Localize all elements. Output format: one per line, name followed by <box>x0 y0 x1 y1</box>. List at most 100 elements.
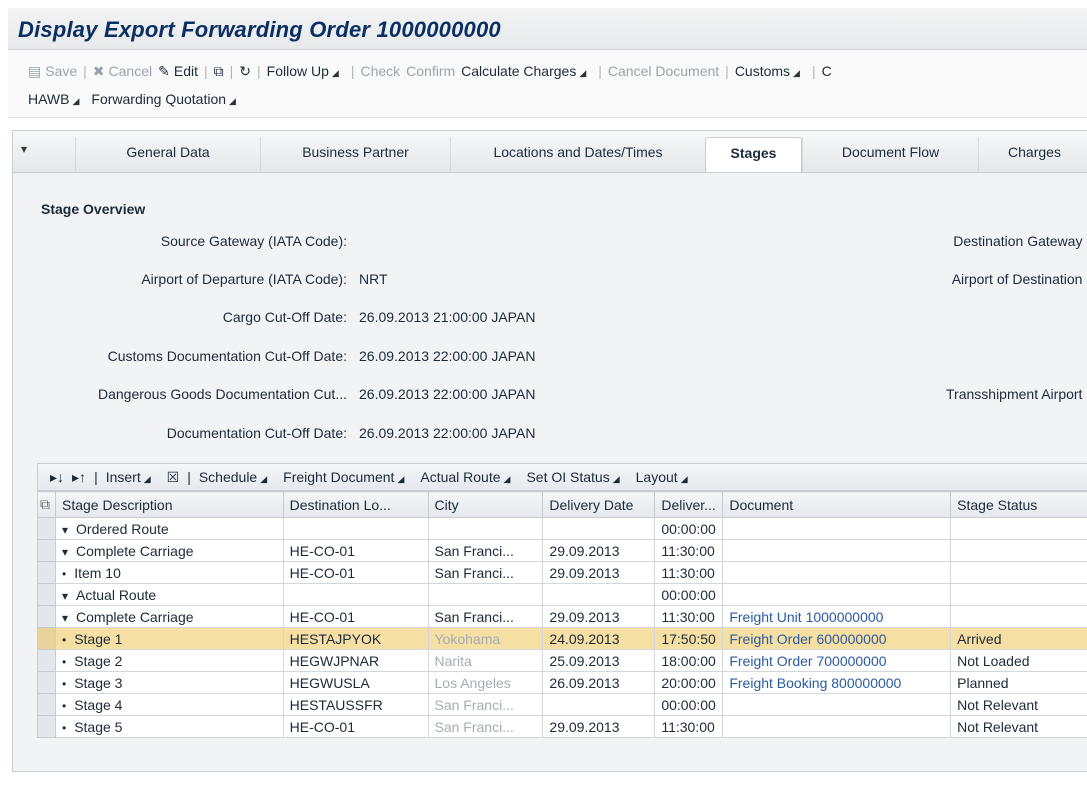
layout-button[interactable]: Layout ◢ <box>636 469 696 485</box>
leaf-bullet-icon: • <box>61 698 67 713</box>
cell-city: San Franci... <box>427 605 544 628</box>
cell-delivery-date <box>542 583 656 606</box>
tab-document-flow[interactable]: Document Flow <box>802 137 978 173</box>
button-label: Set OI Status <box>526 469 610 485</box>
cell-document[interactable]: Freight Order 700000000 <box>722 649 952 672</box>
table-row[interactable]: • Stage 4 HESTAUSSFR San Franci... 00:00:00 N… <box>37 693 1087 716</box>
cell-destination-location: HE-CO-01 <box>282 605 429 628</box>
cell-city <box>427 583 544 606</box>
row-selector[interactable] <box>37 715 56 738</box>
toolbar-separator: | <box>725 63 729 79</box>
column-header-document[interactable]: Document <box>722 491 952 518</box>
row-selector[interactable] <box>37 627 56 650</box>
select-all-icon[interactable]: ⧉ <box>37 491 56 518</box>
table-row[interactable]: • Stage 5 HE-CO-01 San Franci... 29.09.2013 1… <box>37 715 1087 738</box>
row-selector[interactable] <box>37 605 56 628</box>
button-label: Insert <box>105 469 141 485</box>
delete-icon: ☒ <box>166 469 180 485</box>
table-row[interactable]: • Item 10 HE-CO-01 San Franci... 29.09.2013 1… <box>37 561 1087 584</box>
cell-delivery-time: 00:00:00 <box>654 693 724 716</box>
confirm-button[interactable]: Confirm <box>406 58 455 84</box>
toolbar-separator: | <box>187 469 191 485</box>
cell-stage-status: Not Loaded <box>950 649 1087 672</box>
check-button[interactable]: Check <box>360 58 400 84</box>
c-button[interactable]: C <box>822 58 832 84</box>
table-row[interactable]: ▾ Ordered Route 00:00:00 <box>37 517 1087 540</box>
dropdown-icon: ◢ <box>397 474 405 484</box>
column-header-city[interactable]: City <box>427 491 544 518</box>
customs-button[interactable]: Customs ◢ <box>735 58 806 86</box>
copy-icon: ⧉ <box>213 63 224 79</box>
column-header-stage-status[interactable]: Stage Status <box>950 491 1087 518</box>
table-row[interactable]: • Stage 2 HEGWJPNAR Narita 25.09.2013 18:00:0… <box>37 649 1087 672</box>
tab-locations-and-dates-times[interactable]: Locations and Dates/Times <box>450 137 705 173</box>
collapse-toggle-icon[interactable]: ▾ <box>62 545 68 559</box>
cell-document[interactable]: Freight Unit 1000000000 <box>722 605 952 628</box>
copy-icon-button[interactable]: ⧉ <box>214 58 224 84</box>
button-label: Save <box>45 63 78 79</box>
row-selector[interactable] <box>37 517 56 540</box>
row-selector[interactable] <box>37 561 56 584</box>
tab-stages[interactable]: Stages <box>705 137 802 173</box>
stages-table: ⧉ Stage Description Destination Lo... City D… <box>37 491 1087 738</box>
table-row[interactable]: ▾ Actual Route 00:00:00 <box>37 583 1087 606</box>
tab-business-partner[interactable]: Business Partner <box>260 137 450 173</box>
collapse-all-icon-button[interactable]: ▸↑ <box>72 469 86 485</box>
button-label: Layout <box>635 469 678 485</box>
cell-delivery-date: 29.09.2013 <box>542 539 656 562</box>
row-selector[interactable] <box>37 649 56 672</box>
cancel-document-button[interactable]: Cancel Document <box>608 58 719 84</box>
schedule-button[interactable]: Schedule ◢ <box>199 469 275 485</box>
collapse-toggle-icon[interactable]: ▾ <box>62 611 68 625</box>
row-selector[interactable] <box>37 583 56 606</box>
edit-button[interactable]: ✎ Edit <box>158 58 198 84</box>
row-selector[interactable] <box>37 693 56 716</box>
cell-stage-status <box>950 517 1087 540</box>
stages-panel: Stage Overview Source Gateway (IATA Code… <box>12 172 1087 772</box>
tab-charges[interactable]: Charges <box>978 137 1087 173</box>
cell-destination-location: HESTAUSSFR <box>282 693 429 716</box>
hawb-button[interactable]: HAWB ◢ <box>28 86 85 114</box>
row-selector[interactable] <box>37 539 56 562</box>
leaf-bullet-icon: • <box>61 632 67 647</box>
cell-city: San Franci... <box>427 693 544 716</box>
dropdown-icon: ◢ <box>579 68 587 78</box>
cell-document <box>722 539 952 562</box>
column-header-destination-lo[interactable]: Destination Lo... <box>282 491 429 518</box>
set-oi-status-button[interactable]: Set OI Status ◢ <box>526 469 627 485</box>
tab-menu-icon[interactable]: ▾ <box>21 142 27 156</box>
cell-document[interactable]: Freight Order 600000000 <box>722 627 952 650</box>
table-row[interactable]: • Stage 3 HEGWUSLA Los Angeles 26.09.2013 20:… <box>37 671 1087 694</box>
column-header-stage-description[interactable]: Stage Description <box>54 491 284 518</box>
cell-delivery-time: 18:00:00 <box>654 649 724 672</box>
collapse-toggle-icon[interactable]: ▾ <box>62 523 68 537</box>
insert-button[interactable]: Insert ◢ <box>106 469 159 485</box>
table-row[interactable]: ▾ Complete Carriage HE-CO-01 San Franci... 2… <box>37 605 1087 628</box>
pencil-icon: ✎ <box>158 63 170 79</box>
follow-up-button[interactable]: Follow Up ◢ <box>267 58 345 86</box>
tab-general-data[interactable]: General Data <box>75 137 260 173</box>
cancel-button[interactable]: ✖ Cancel <box>93 58 152 84</box>
button-label: Check <box>360 63 401 79</box>
forwarding-quotation-button[interactable]: Forwarding Quotation ◢ <box>91 86 242 114</box>
calculate-charges-button[interactable]: Calculate Charges ◢ <box>461 58 592 86</box>
column-header-deliver[interactable]: Deliver... <box>654 491 724 518</box>
row-selector[interactable] <box>37 671 56 694</box>
refresh-icon-button[interactable]: ↻ <box>239 58 251 84</box>
table-row[interactable]: ▾ Complete Carriage HE-CO-01 San Franci... 2… <box>37 539 1087 562</box>
field-label: Documentation Cut-Off Date: <box>166 425 347 441</box>
save-button[interactable]: ▤ Save <box>28 58 77 84</box>
cell-document[interactable]: Freight Booking 800000000 <box>722 671 952 694</box>
column-header-delivery-date[interactable]: Delivery Date <box>542 491 656 518</box>
main-toolbar: ▤ Save | ✖ Cancel ✎ Edit | ⧉ | ↻ | Follow Up ◢ | Check C… <box>8 50 1087 118</box>
button-label: Customs <box>734 63 791 79</box>
freight-document-button[interactable]: Freight Document ◢ <box>283 469 412 485</box>
expand-all-icon-button[interactable]: ▸↓ <box>50 469 64 485</box>
collapse-toggle-icon[interactable]: ▾ <box>62 589 68 603</box>
cell-document <box>722 517 952 540</box>
delete-icon-button[interactable]: ☒ <box>167 469 180 485</box>
dropdown-icon: ◢ <box>331 68 339 78</box>
title-bar: Display Export Forwarding Order 10000000… <box>8 8 1087 50</box>
actual-route-button[interactable]: Actual Route ◢ <box>420 469 518 485</box>
table-row[interactable]: • Stage 1 HESTAJPYOK Yokohama 24.09.2013 17:5… <box>37 627 1087 650</box>
